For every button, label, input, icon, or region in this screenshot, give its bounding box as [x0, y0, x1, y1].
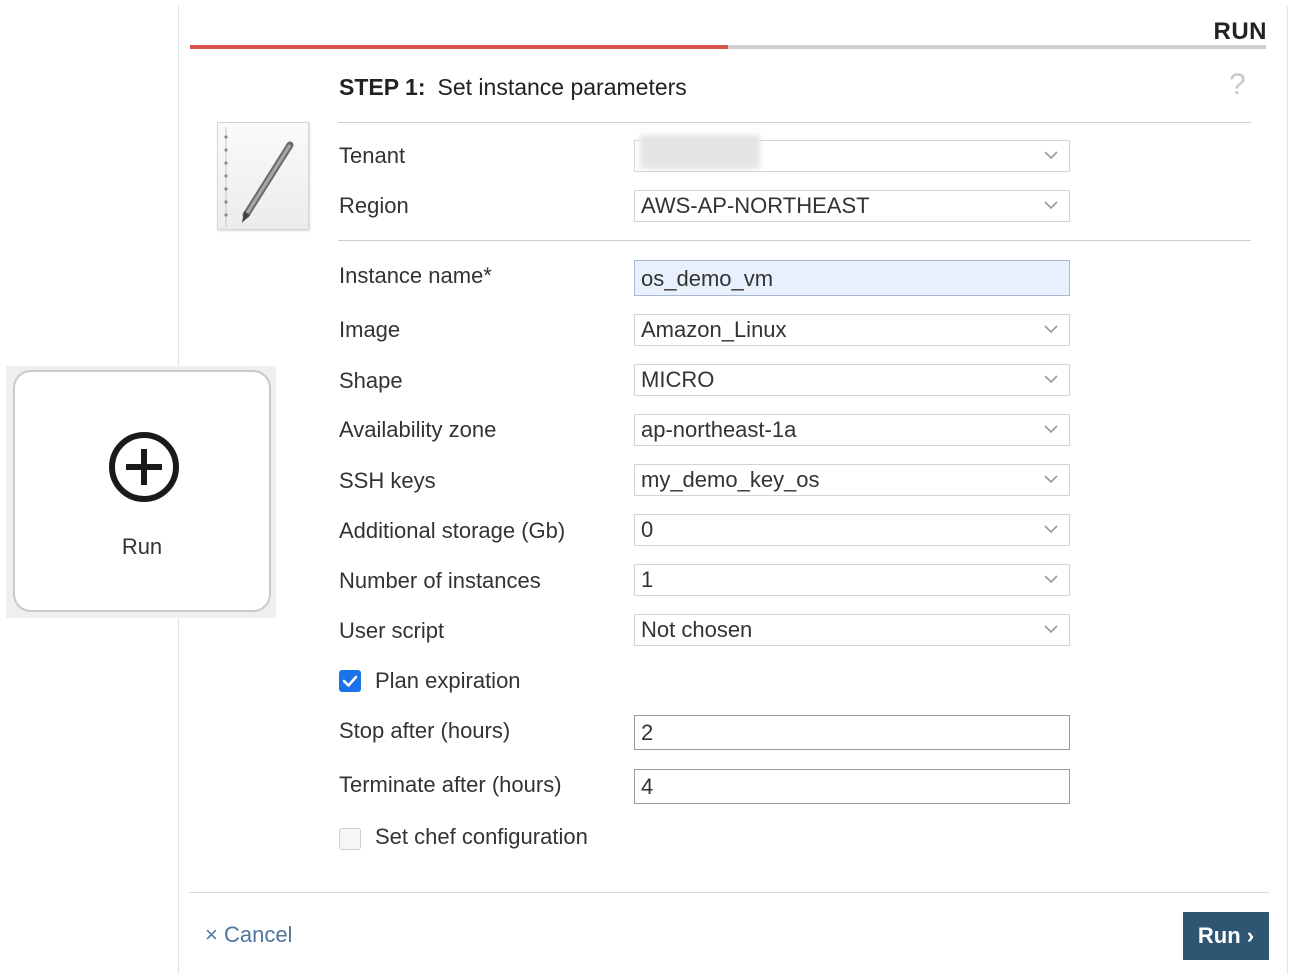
step-title: Set instance parameters	[437, 74, 687, 100]
ssh-keys-value: my_demo_key_os	[641, 467, 820, 492]
ssh-keys-label: SSH keys	[339, 468, 436, 493]
availability-zone-value: ap-northeast-1a	[641, 417, 797, 442]
dialog-title: RUN	[1213, 18, 1267, 45]
chevron-down-icon	[1044, 325, 1058, 334]
number-of-instances-select[interactable]: 1	[634, 564, 1070, 596]
step-heading: STEP 1: Set instance parameters	[339, 74, 687, 101]
divider	[338, 240, 1251, 241]
cancel-button[interactable]: × Cancel	[205, 922, 292, 948]
step-number: STEP 1:	[339, 74, 426, 100]
footer-divider	[189, 892, 1269, 893]
shape-label: Shape	[339, 368, 403, 393]
image-select[interactable]: Amazon_Linux	[634, 314, 1070, 346]
shape-value: MICRO	[641, 367, 715, 392]
step-progress-bar	[190, 45, 1266, 49]
step-progress-fill	[190, 45, 728, 49]
plan-expiration-checkbox[interactable]	[339, 670, 361, 692]
run-button[interactable]: Run ›	[1183, 912, 1269, 960]
chevron-down-icon	[1044, 201, 1058, 210]
stop-after-value: 2	[641, 720, 654, 745]
run-tile-label: Run	[121, 534, 163, 559]
divider	[338, 122, 1251, 123]
notepad-pencil-icon	[217, 122, 309, 230]
availability-zone-label: Availability zone	[339, 417, 497, 442]
number-of-instances-value: 1	[641, 567, 654, 592]
availability-zone-select[interactable]: ap-northeast-1a	[634, 414, 1070, 446]
chevron-down-icon	[1044, 375, 1058, 384]
chevron-down-icon	[1044, 575, 1058, 584]
user-script-label: User script	[339, 618, 445, 643]
instance-name-input[interactable]: os_demo_vm	[634, 260, 1070, 296]
plan-expiration-label[interactable]: Plan expiration	[375, 668, 521, 694]
shape-select[interactable]: MICRO	[634, 364, 1070, 396]
region-select[interactable]: AWS-AP-NORTHEAST	[634, 190, 1070, 222]
instance-name-value: os_demo_vm	[641, 266, 774, 291]
terminate-after-input[interactable]: 4	[634, 769, 1070, 804]
terminate-after-label: Terminate after (hours)	[339, 772, 562, 797]
additional-storage-value: 0	[641, 517, 654, 542]
ssh-keys-select[interactable]: my_demo_key_os	[634, 464, 1070, 496]
chevron-down-icon	[1044, 151, 1058, 160]
chevron-down-icon	[1044, 625, 1058, 634]
instance-name-label: Instance name*	[339, 263, 492, 288]
tenant-value-blurred	[640, 135, 760, 169]
chef-configuration-label[interactable]: Set chef configuration	[375, 824, 588, 850]
chevron-down-icon	[1044, 525, 1058, 534]
stop-after-input[interactable]: 2	[634, 715, 1070, 750]
region-label: Region	[339, 193, 409, 218]
tenant-label: Tenant	[339, 143, 406, 168]
checkmark-icon	[342, 675, 358, 687]
chevron-down-icon	[1044, 425, 1058, 434]
image-label: Image	[339, 317, 401, 342]
additional-storage-label: Additional storage (Gb)	[339, 518, 566, 543]
additional-storage-select[interactable]: 0	[634, 514, 1070, 546]
run-tile[interactable]: Run	[13, 370, 271, 612]
region-value: AWS-AP-NORTHEAST	[641, 193, 870, 218]
add-circle-icon	[109, 432, 179, 502]
number-of-instances-label: Number of instances	[339, 568, 541, 593]
chevron-down-icon	[1044, 475, 1058, 484]
tenant-select[interactable]	[634, 135, 1070, 172]
user-script-select[interactable]: Not chosen	[634, 614, 1070, 646]
image-value: Amazon_Linux	[641, 317, 787, 342]
stop-after-label: Stop after (hours)	[339, 718, 511, 743]
terminate-after-value: 4	[641, 774, 654, 799]
chef-configuration-checkbox[interactable]	[339, 828, 361, 850]
user-script-value: Not chosen	[641, 617, 753, 642]
help-icon[interactable]: ?	[1229, 68, 1246, 102]
run-wizard-dialog: RUN STEP 1: Set instance parameters ? Ten…	[178, 6, 1288, 974]
